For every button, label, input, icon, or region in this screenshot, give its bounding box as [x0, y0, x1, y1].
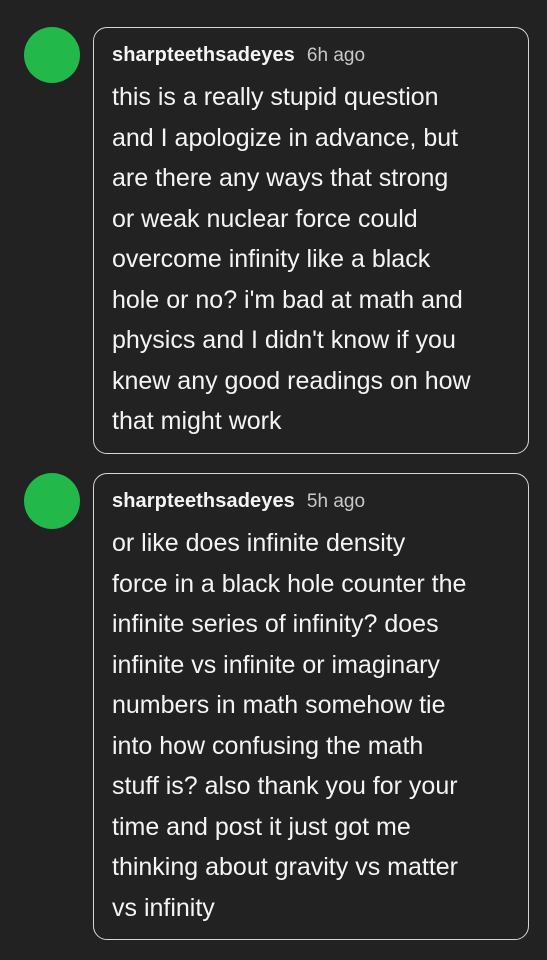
message-line: physics and I didn't know if you: [112, 326, 456, 354]
timestamp: 6h ago: [306, 45, 366, 66]
message-line: vs infinity: [112, 893, 215, 922]
timestamp: 5h ago: [306, 491, 366, 512]
message-line: that might work: [112, 407, 282, 435]
message-line: infinite vs infinite or imaginary: [112, 650, 440, 679]
message-line: this is a really stupid question: [112, 83, 439, 111]
message-line: time and post it just got me: [112, 812, 411, 841]
message-meta: sharpteethsadeyes 6h ago: [112, 44, 510, 67]
message-line: or like does infinite density: [112, 529, 406, 557]
message-line: infinite series of infinity? does: [112, 610, 439, 638]
message-line: and I apologize in advance, but: [112, 123, 459, 152]
message-line: hole or no? i'm bad at math and: [112, 285, 463, 314]
username-link[interactable]: sharpteethsadeyes: [112, 44, 295, 67]
message-line: are there any ways that strong: [112, 164, 449, 192]
message-text: this is a really stupid question and I a…: [112, 77, 510, 442]
user-avatar[interactable]: [24, 473, 80, 529]
message-text: or like does infinite density force in a…: [112, 523, 510, 928]
message-bubble: sharpteethsadeyes 6h ago this is a reall…: [93, 27, 529, 454]
message-line: numbers in math somehow tie: [112, 691, 446, 719]
message-line: stuff is? also thank you for your: [112, 772, 458, 800]
message-line: or weak nuclear force could: [112, 204, 418, 233]
message-line: into how confusing the math: [112, 731, 424, 760]
username-link[interactable]: sharpteethsadeyes: [112, 490, 295, 513]
message-line: knew any good readings on how: [112, 366, 471, 395]
message-line: overcome infinity like a black: [112, 245, 431, 273]
user-avatar[interactable]: [24, 27, 80, 83]
message-meta: sharpteethsadeyes 5h ago: [112, 490, 510, 513]
message-line: force in a black hole counter the: [112, 569, 467, 598]
message-bubble: sharpteethsadeyes 5h ago or like does in…: [93, 473, 529, 940]
message-line: thinking about gravity vs matter: [112, 853, 458, 881]
